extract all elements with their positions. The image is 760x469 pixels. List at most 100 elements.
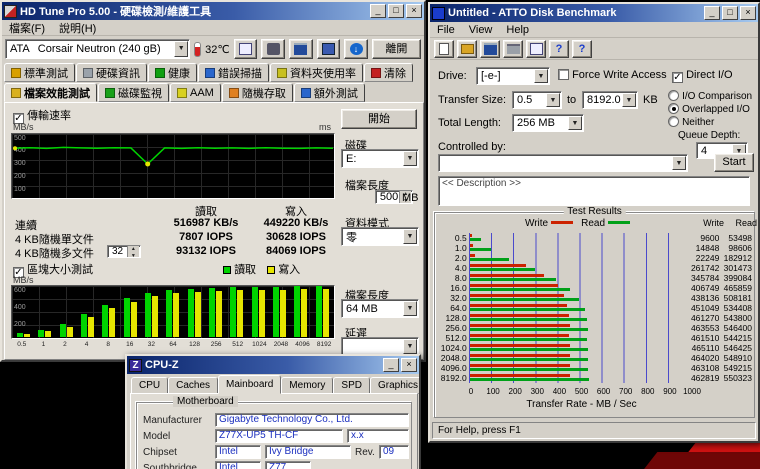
save-button[interactable] <box>480 39 500 58</box>
force-write-checkbox[interactable] <box>558 69 569 80</box>
disk-select[interactable]: E: ▼ <box>341 149 419 168</box>
tab-disk-monitor[interactable]: 磁碟監視 <box>98 83 169 102</box>
about-button[interactable] <box>549 39 569 58</box>
tab-standard-test[interactable]: 標準測試 <box>4 63 75 82</box>
cpuz-titlebar[interactable]: CPU-Z _ × <box>127 356 419 374</box>
copy-text-button[interactable] <box>233 39 258 59</box>
x-axis-tick: 800 <box>641 387 655 396</box>
chevron-down-icon[interactable]: ▼ <box>672 156 686 170</box>
new-button[interactable] <box>434 39 454 58</box>
total-length-select[interactable]: 256 MB ▼ <box>512 114 584 132</box>
tab-erase[interactable]: 清除 <box>364 63 413 82</box>
transfer-to-select[interactable]: 8192.0 ▼ <box>582 91 638 109</box>
start-button[interactable]: 開始 <box>341 109 417 129</box>
save-button[interactable] <box>288 39 313 59</box>
atto-results-rows: 0.5 9600 53498 1.0 14848 98606 2.0 22249 182912 4… <box>439 233 752 383</box>
minimize-button[interactable]: _ <box>704 6 720 20</box>
menu-file[interactable]: 檔案(F) <box>2 20 52 36</box>
chevron-down-icon[interactable]: ▼ <box>622 93 636 107</box>
description-box[interactable]: << Description >> <box>438 176 750 206</box>
tab-folder-usage[interactable]: 資料夾使用率 <box>270 63 363 82</box>
chevron-down-icon[interactable]: ▼ <box>403 339 417 354</box>
total-length-value: 256 MB <box>517 117 555 129</box>
print-button[interactable] <box>503 39 523 58</box>
chevron-down-icon[interactable]: ▼ <box>403 229 417 244</box>
overlapped-io-radio[interactable] <box>668 103 679 114</box>
tab-file-benchmark[interactable]: 檔案效能測試 <box>4 83 97 102</box>
tab-extra-tests[interactable]: 額外測試 <box>293 83 365 102</box>
hdtune-window: HD Tune Pro 5.00 - 硬碟檢測/維護工具 _ □ × 檔案(F)… <box>0 0 426 362</box>
drive-name: Corsair Neutron (240 gB) <box>37 43 161 55</box>
chevron-down-icon[interactable]: ▼ <box>534 69 548 83</box>
tab-disk-info[interactable]: 硬碟資訊 <box>76 63 147 82</box>
io-comparison-radio[interactable] <box>668 90 679 101</box>
close-button[interactable]: × <box>401 358 417 372</box>
x-axis-tick: 1000 <box>683 387 701 396</box>
tab-error-scan[interactable]: 錯誤掃描 <box>198 63 269 82</box>
chevron-down-icon[interactable]: ▼ <box>403 151 417 166</box>
tab-aam[interactable]: AAM <box>170 83 221 102</box>
tab-memory[interactable]: Memory <box>281 377 334 394</box>
menu-help[interactable]: Help <box>499 24 536 36</box>
open-button[interactable] <box>457 39 477 58</box>
menu-help[interactable]: 說明(H) <box>52 20 103 36</box>
write-bar <box>194 291 201 337</box>
chevron-down-icon[interactable]: ▼ <box>403 301 417 316</box>
tab-mainboard[interactable]: Mainboard <box>218 375 282 394</box>
minimize-button[interactable]: _ <box>370 4 386 18</box>
thermometer-icon <box>194 41 202 57</box>
tab-spd[interactable]: SPD <box>333 377 370 394</box>
read-bar <box>81 313 88 337</box>
atto-titlebar[interactable]: Untitled - ATTO Disk Benchmark _ □ × <box>430 4 758 22</box>
menu-file[interactable]: File <box>430 24 462 36</box>
hdtune-titlebar[interactable]: HD Tune Pro 5.00 - 硬碟檢測/維護工具 _ □ × <box>2 2 424 20</box>
transfer-from-select[interactable]: 0.5 ▼ <box>512 91 562 109</box>
drive-select[interactable]: ATA Corsair Neutron (240 gB) ▼ <box>5 39 191 59</box>
start-marker <box>13 146 17 151</box>
tab-graphics[interactable]: Graphics <box>369 377 419 394</box>
context-help-button[interactable] <box>572 39 592 58</box>
drive-select[interactable]: [-e-] ▼ <box>476 67 550 85</box>
atto-result-row: 64.0 451049 534408 <box>439 303 752 313</box>
read-bar <box>469 248 492 251</box>
direct-io-checkbox[interactable] <box>672 72 683 83</box>
block-bar-group <box>205 287 226 337</box>
block-legend: 讀取 寫入 <box>223 261 300 277</box>
data-mode-select[interactable]: 零 ▼ <box>341 227 419 246</box>
bar-area <box>468 333 688 343</box>
update-button[interactable] <box>344 39 368 59</box>
controlled-by-select[interactable]: ▼ <box>438 154 688 172</box>
transfer-size-tick: 2.0 <box>454 253 467 263</box>
chevron-down-icon[interactable]: ▼ <box>546 93 560 107</box>
maximize-button[interactable]: □ <box>722 6 738 20</box>
spinner-arrows-icon[interactable]: ▲ ▼ <box>126 246 139 259</box>
transfer-size-tick: 1.0 <box>454 243 467 253</box>
block-bar-group <box>77 313 98 337</box>
sequential-write-value: 449220 KB/s <box>263 217 329 229</box>
southbridge-name-value: Z77 <box>265 461 311 469</box>
tab-health[interactable]: 健康 <box>148 63 197 82</box>
chevron-down-icon[interactable]: ▼ <box>568 116 582 130</box>
neither-radio[interactable] <box>668 116 679 127</box>
block-size-tick: 256 <box>210 341 222 348</box>
chevron-down-icon[interactable]: ▼ <box>174 41 189 57</box>
exit-button[interactable]: 離開 <box>371 39 421 59</box>
dice-icon <box>228 87 239 98</box>
close-button[interactable]: × <box>406 4 422 18</box>
close-button[interactable]: × <box>740 6 756 20</box>
save-image-button[interactable] <box>316 39 341 59</box>
read-value: 546400 <box>723 323 752 333</box>
atto-result-row: 128.0 461270 543800 <box>439 313 752 323</box>
start-button[interactable]: Start <box>714 153 754 172</box>
multi-thread-spinner[interactable]: 32 ▲ ▼ <box>107 245 141 259</box>
screenshot-button[interactable] <box>261 39 285 59</box>
tab-random-access[interactable]: 隨機存取 <box>221 83 293 102</box>
transfer-from-value: 0.5 <box>517 94 533 106</box>
tab-cpu[interactable]: CPU <box>131 377 169 394</box>
menu-view[interactable]: View <box>462 24 500 36</box>
minimize-button[interactable]: _ <box>383 358 399 372</box>
copy-button[interactable] <box>526 39 546 58</box>
tab-caches[interactable]: Caches <box>168 377 219 394</box>
file-length-2-select[interactable]: 64 MB ▼ <box>341 299 419 318</box>
maximize-button[interactable]: □ <box>388 4 404 18</box>
